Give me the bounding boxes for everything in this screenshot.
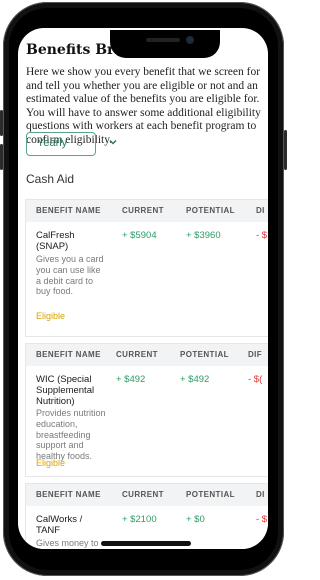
benefit-description: Provides nutrition education, breastfeed… — [36, 408, 106, 462]
difference-value: - $ — [256, 514, 268, 525]
header-potential: POTENTIAL — [186, 206, 235, 215]
power-button — [284, 130, 287, 170]
header-current: CURRENT — [122, 206, 164, 215]
benefits-page: Benefits Breakdown Here we show you ever… — [18, 28, 268, 549]
header-difference: DI — [256, 490, 265, 499]
volume-down-button — [0, 144, 3, 170]
potential-value: + $3960 — [186, 230, 221, 241]
header-benefit-name: BENEFIT NAME — [36, 206, 101, 215]
chevron-down-icon[interactable] — [107, 136, 119, 148]
benefit-description: Gives you a card you can use like a debi… — [36, 254, 104, 297]
current-value: + $492 — [116, 374, 146, 385]
benefit-card: BENEFIT NAME CURRENT POTENTIAL DIF WIC (… — [26, 344, 268, 476]
home-indicator[interactable] — [101, 541, 191, 546]
header-benefit-name: BENEFIT NAME — [36, 490, 101, 499]
benefit-name: CalFresh (SNAP) — [36, 230, 75, 252]
potential-value: + $0 — [186, 514, 205, 525]
frequency-value: Yearly — [37, 137, 68, 149]
eligibility-status: Eligible — [36, 311, 66, 321]
potential-value: + $492 — [180, 374, 210, 385]
speaker-grille — [146, 38, 180, 42]
table-header: BENEFIT NAME CURRENT POTENTIAL DI — [26, 484, 268, 506]
benefit-card: BENEFIT NAME CURRENT POTENTIAL DI CalWor… — [26, 484, 268, 549]
header-potential: POTENTIAL — [186, 490, 235, 499]
current-value: + $2100 — [122, 514, 157, 525]
header-difference: DIF — [248, 350, 263, 359]
benefit-description: Gives money to low-income families with — [36, 538, 99, 549]
eligibility-status: Eligible — [36, 458, 66, 468]
benefit-name: WIC (Special Supplemental Nutrition) — [36, 374, 95, 407]
difference-value: - $( — [248, 374, 263, 385]
frequency-select[interactable]: Yearly — [26, 132, 96, 156]
header-current: CURRENT — [122, 490, 164, 499]
front-camera — [186, 36, 194, 44]
phone-notch — [110, 30, 220, 58]
difference-value: - $ — [256, 230, 268, 241]
table-header: BENEFIT NAME CURRENT POTENTIAL DI — [26, 200, 268, 222]
header-potential: POTENTIAL — [180, 350, 229, 359]
phone-screen: Benefits Breakdown Here we show you ever… — [18, 28, 268, 549]
benefit-name: CalWorks / TANF — [36, 514, 83, 536]
header-benefit-name: BENEFIT NAME — [36, 350, 101, 359]
section-title-cash-aid: Cash Aid — [26, 172, 75, 186]
benefit-card: BENEFIT NAME CURRENT POTENTIAL DI CalFre… — [26, 200, 268, 336]
table-header: BENEFIT NAME CURRENT POTENTIAL DIF — [26, 344, 268, 366]
volume-up-button — [0, 110, 3, 136]
header-current: CURRENT — [116, 350, 158, 359]
current-value: + $5904 — [122, 230, 157, 241]
header-difference: DI — [256, 206, 265, 215]
